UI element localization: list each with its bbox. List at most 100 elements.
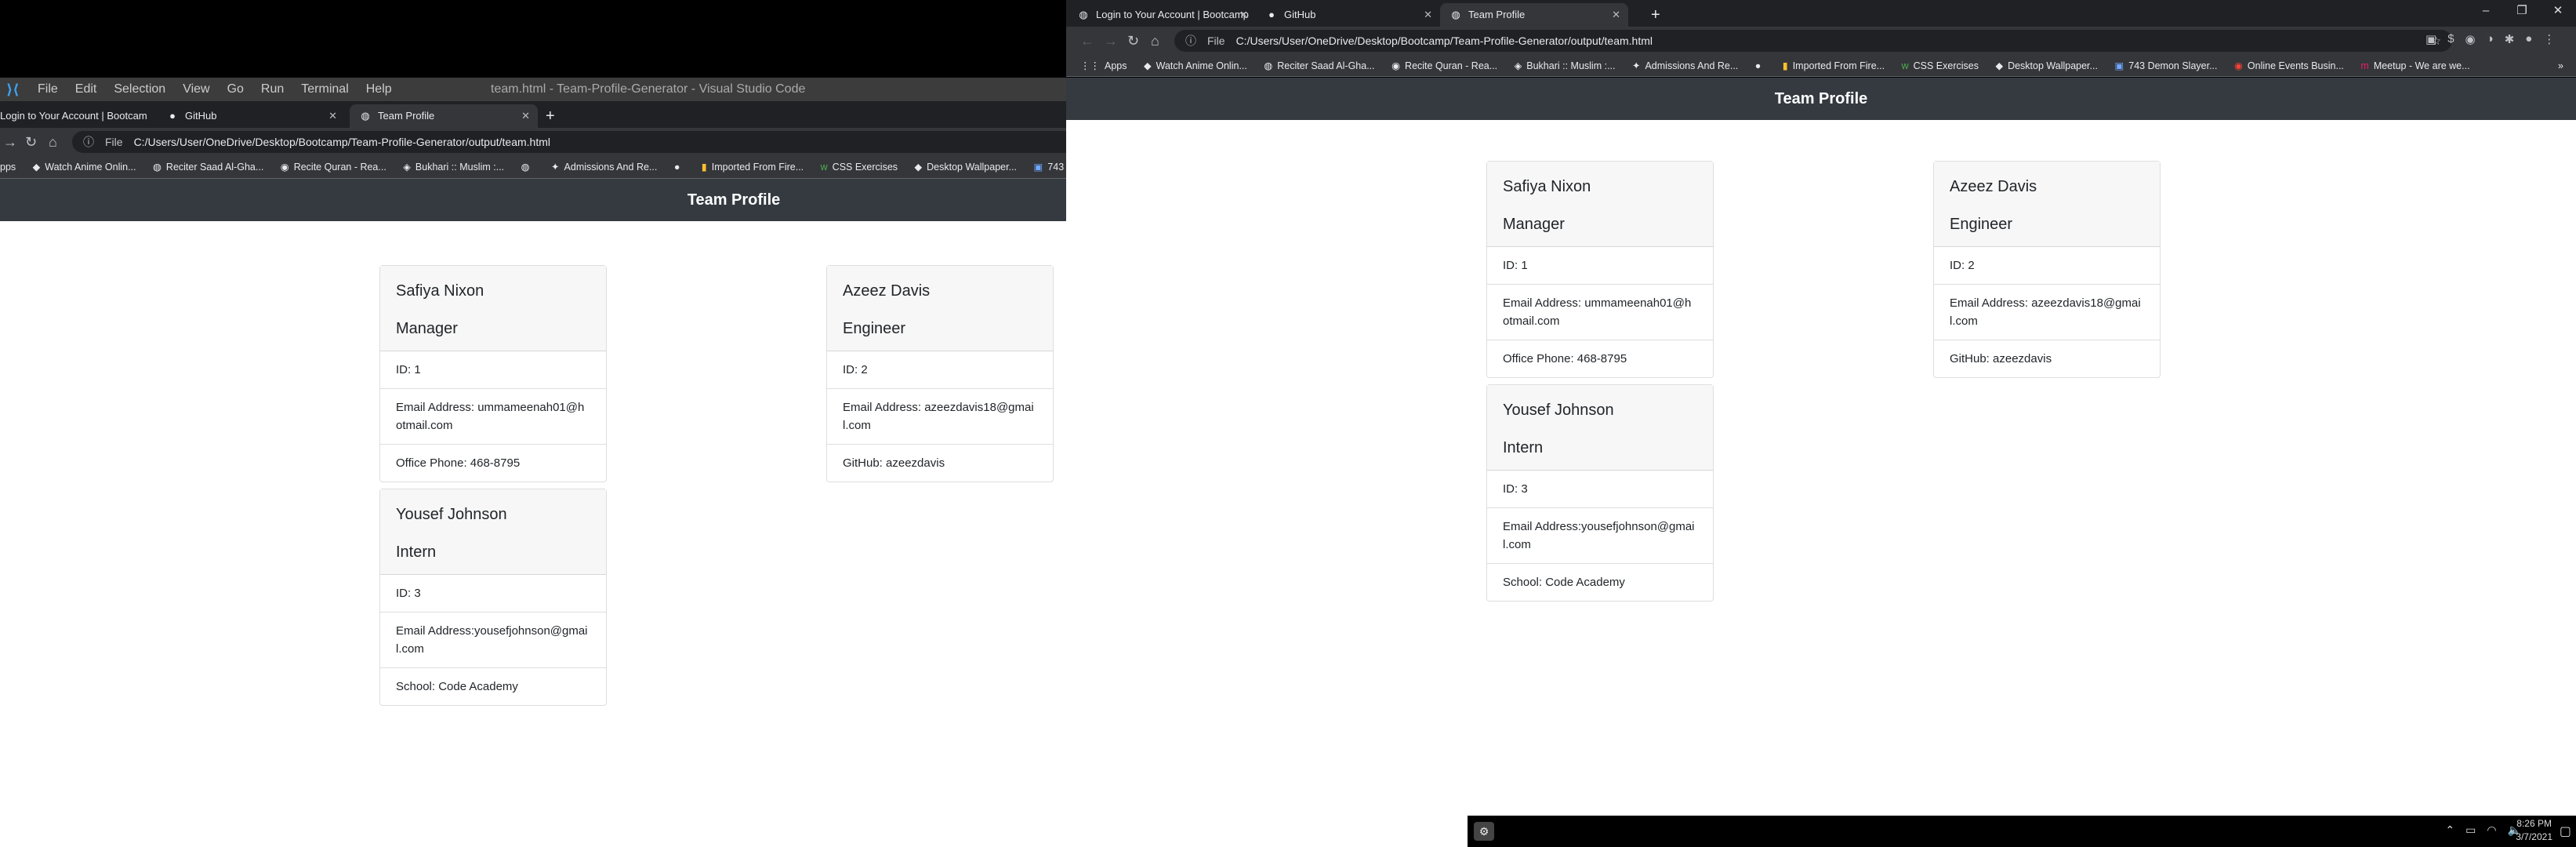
bookmarks-overflow-icon[interactable]: » <box>2558 55 2563 76</box>
vscode-menu-bar: File Edit Selection View Go Run Terminal… <box>38 82 392 96</box>
notification-icon[interactable]: ▢ <box>2560 823 2571 839</box>
card-header: Azeez Davis Engineer <box>827 266 1053 351</box>
bookmark-label: Admissions And Re... <box>564 162 658 173</box>
bookmark-label: CSS Exercises <box>832 162 898 173</box>
quran-icon: ◉ <box>1391 60 1401 71</box>
bookmark-item[interactable]: ◈ Bukhari :: Muslim :... <box>1514 55 1616 76</box>
menu-go[interactable]: Go <box>227 82 244 96</box>
forward-icon[interactable]: → <box>3 133 17 151</box>
new-tab-icon[interactable]: + <box>1651 3 1660 27</box>
profile-avatar-icon[interactable]: ● <box>2525 32 2532 46</box>
bookmark-item[interactable]: ◆ Watch Anime Onlin... <box>33 156 136 178</box>
bookmark-folder[interactable]: ▮ Imported From Fire... <box>1783 55 1885 76</box>
menu-terminal[interactable]: Terminal <box>301 82 348 96</box>
menu-view[interactable]: View <box>183 82 209 96</box>
bookmark-item[interactable]: m Meetup - We are we... <box>2360 55 2469 76</box>
menu-file[interactable]: File <box>38 82 58 96</box>
reload-icon[interactable]: ↻ <box>1127 32 1139 49</box>
reload-icon[interactable]: ↻ <box>25 133 37 151</box>
bookmark-apps[interactable]: ⋮⋮ Apps <box>1080 55 1127 76</box>
w3schools-icon: w <box>1901 60 1909 71</box>
employee-name: Azeez Davis <box>843 282 931 300</box>
extension-icon[interactable]: ◉ <box>2465 32 2476 46</box>
menu-run[interactable]: Run <box>261 82 284 96</box>
tab-team-profile[interactable]: ◍ Team Profile ✕ <box>350 104 538 128</box>
bookmark-item[interactable]: ◆ Desktop Wallpaper... <box>1995 55 2098 76</box>
bookmark-item[interactable]: w CSS Exercises <box>1901 55 1979 76</box>
menu-edit[interactable]: Edit <box>75 82 97 96</box>
home-icon[interactable]: ⌂ <box>1151 32 1159 49</box>
close-tab-icon[interactable]: ✕ <box>328 104 337 128</box>
home-icon[interactable]: ⌂ <box>49 133 57 151</box>
bookmark-apps[interactable]: pps <box>0 156 16 178</box>
minimize-icon[interactable]: – <box>2468 0 2504 22</box>
employee-email[interactable]: Email Address:yousefjohnson@gmail.com <box>380 613 606 668</box>
wallpaper-icon: ◆ <box>914 162 923 173</box>
bookmark-item[interactable]: ◈ Bukhari :: Muslim :... <box>403 156 504 178</box>
employee-card-manager: Safiya Nixon Manager ID: 1 Email Address… <box>1486 161 1714 378</box>
extension-icon[interactable]: $ <box>2447 32 2454 46</box>
bookmark-item[interactable]: ◍ Reciter Saad Al-Gha... <box>1264 55 1374 76</box>
extension-icon[interactable]: ◑ <box>2487 32 2494 46</box>
bookmark-item[interactable]: ● <box>1755 55 1766 76</box>
new-tab-icon[interactable]: + <box>546 104 555 128</box>
menu-selection[interactable]: Selection <box>114 82 165 96</box>
bookmark-item[interactable]: ◉ Recite Quran - Rea... <box>281 156 386 178</box>
employee-name: Yousef Johnson <box>396 506 507 523</box>
bookmark-item[interactable]: ▣ 743 Demon Slayer... <box>2114 55 2217 76</box>
employee-email[interactable]: Email Address: ummameenah01@hotmail.com <box>380 389 606 445</box>
system-tray: ⌃ ▭ ◠ 🔈 <box>2445 823 2521 837</box>
address-bar[interactable]: ⓘ File C:/Users/User/OneDrive/Desktop/Boot… <box>1174 30 2452 52</box>
tab-bootcamp-login[interactable]: Login to Your Account | Bootcamp <box>0 104 147 128</box>
extension-icon[interactable]: ▣ <box>2425 32 2436 46</box>
employee-github[interactable]: GitHub: azeezdavis <box>827 445 1053 482</box>
close-tab-icon[interactable]: ✕ <box>1612 3 1620 27</box>
employee-id: ID: 3 <box>380 575 606 613</box>
settings-app-icon[interactable]: ⚙ <box>1474 822 1494 841</box>
tab-github[interactable]: ● GitHub ✕ <box>1256 3 1440 27</box>
battery-icon[interactable]: ▭ <box>2465 823 2476 837</box>
back-icon[interactable]: ← <box>1080 32 1094 49</box>
employee-id: ID: 2 <box>1934 247 2160 285</box>
bookmark-item[interactable]: ◆ Watch Anime Onlin... <box>1144 55 1247 76</box>
employee-role: Engineer <box>843 320 906 337</box>
clock-date: 3/7/2021 <box>2516 831 2552 842</box>
tab-github[interactable]: ● GitHub ✕ <box>157 104 345 128</box>
close-tab-icon[interactable]: ✕ <box>521 104 530 128</box>
employee-email[interactable]: Email Address: ummameenah01@hotmail.com <box>1487 285 1713 340</box>
bookmark-item[interactable]: w CSS Exercises <box>821 156 898 178</box>
employee-email[interactable]: Email Address: azeezdavis18@gmail.com <box>827 389 1053 445</box>
network-icon[interactable]: ◠ <box>2487 823 2496 837</box>
globe-icon: ◍ <box>361 110 370 122</box>
bukhari-icon: ◈ <box>1514 60 1522 71</box>
bookmark-folder[interactable]: ▮ Imported From Fire... <box>702 156 804 178</box>
bootcamp-icon: ◍ <box>1079 9 1088 20</box>
tab-team-profile[interactable]: ◍ Team Profile ✕ <box>1440 3 1628 27</box>
bookmark-item[interactable]: ◍ <box>521 156 535 178</box>
bookmark-item[interactable]: ✦ Admissions And Re... <box>551 156 657 178</box>
employee-github[interactable]: GitHub: azeezdavis <box>1934 340 2160 377</box>
bookmark-item[interactable]: ● <box>674 156 685 178</box>
tab-bootcamp-login[interactable]: ◍ Login to Your Account | Bootcamp ✕ <box>1068 3 1256 27</box>
close-tab-icon[interactable]: ✕ <box>1239 3 1248 27</box>
forward-icon[interactable]: → <box>1104 32 1118 49</box>
page-header: Team Profile <box>1066 78 2576 120</box>
menu-help[interactable]: Help <box>366 82 392 96</box>
restore-icon[interactable]: ❐ <box>2504 0 2540 22</box>
url-text: C:/Users/User/OneDrive/Desktop/Bootcamp/… <box>133 136 550 148</box>
puzzle-icon[interactable]: ✱ <box>2505 32 2515 46</box>
bookmark-item[interactable]: ◉ Online Events Busin... <box>2234 55 2344 76</box>
close-icon[interactable]: ✕ <box>2540 0 2576 22</box>
kebab-menu-icon[interactable]: ⋮ <box>2543 32 2555 46</box>
card-header: Azeez Davis Engineer <box>1934 162 2160 247</box>
bookmark-item[interactable]: ◍ Reciter Saad Al-Gha... <box>153 156 263 178</box>
anime-icon: ◆ <box>32 162 41 173</box>
chevron-up-icon[interactable]: ⌃ <box>2445 823 2454 837</box>
employee-email[interactable]: Email Address:yousefjohnson@gmail.com <box>1487 508 1713 564</box>
employee-email[interactable]: Email Address: azeezdavis18@gmail.com <box>1934 285 2160 340</box>
system-clock[interactable]: 8:26 PM 3/7/2021 <box>2516 817 2552 844</box>
bookmark-item[interactable]: ✦ Admissions And Re... <box>1632 55 1738 76</box>
bookmark-item[interactable]: ◆ Desktop Wallpaper... <box>915 156 1018 178</box>
bookmark-item[interactable]: ◉ Recite Quran - Rea... <box>1391 55 1497 76</box>
close-tab-icon[interactable]: ✕ <box>1424 3 1432 27</box>
